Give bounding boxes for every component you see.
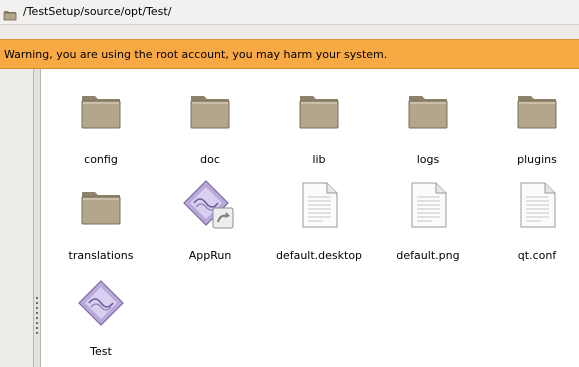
file-item-apprun[interactable]: AppRun [160,175,260,271]
file-label: config [84,153,118,166]
folder-icon [51,79,151,143]
location-path[interactable]: /TestSetup/source/opt/Test/ [23,5,171,19]
toolbar-gap [0,25,579,39]
folder-icon [160,79,260,143]
app-icon [51,271,151,335]
file-item-default-png[interactable]: default.png [378,175,478,271]
root-warning-bar: Warning, you are using the root account,… [0,39,579,69]
pane-resize-handle[interactable] [33,69,41,367]
file-label: doc [200,153,220,166]
file-label: plugins [517,153,557,166]
app-link-icon [160,175,260,239]
location-bar: /TestSetup/source/opt/Test/ [0,0,579,25]
file-item-qt-conf[interactable]: qt.conf [487,175,579,271]
file-item-translations[interactable]: translations [51,175,151,271]
file-label: lib [312,153,326,166]
file-item-test[interactable]: Test [51,271,151,367]
file-grid: config doc lib logs plugins translations [41,69,579,367]
folder-icon [487,79,579,143]
file-label: default.png [396,249,460,262]
file-label: logs [416,153,440,166]
folder-icon [378,79,478,143]
file-label: default.desktop [275,249,363,262]
text-file-icon [487,175,579,239]
side-pane [0,69,33,367]
file-item-logs[interactable]: logs [378,79,478,175]
folder-icon [51,175,151,239]
file-item-default-desktop[interactable]: default.desktop [269,175,369,271]
folder-icon [269,79,369,143]
file-item-plugins[interactable]: plugins [487,79,579,175]
file-label: qt.conf [517,249,557,262]
grip-dots [35,297,39,337]
text-file-icon [269,175,369,239]
file-item-lib[interactable]: lib [269,79,369,175]
file-label: AppRun [188,249,232,262]
file-item-doc[interactable]: doc [160,79,260,175]
folder-icon [3,6,17,21]
file-item-config[interactable]: config [51,79,151,175]
file-label: Test [90,345,112,358]
warning-text: Warning, you are using the root account,… [4,48,388,61]
text-file-icon [378,175,478,239]
file-label: translations [68,249,134,262]
